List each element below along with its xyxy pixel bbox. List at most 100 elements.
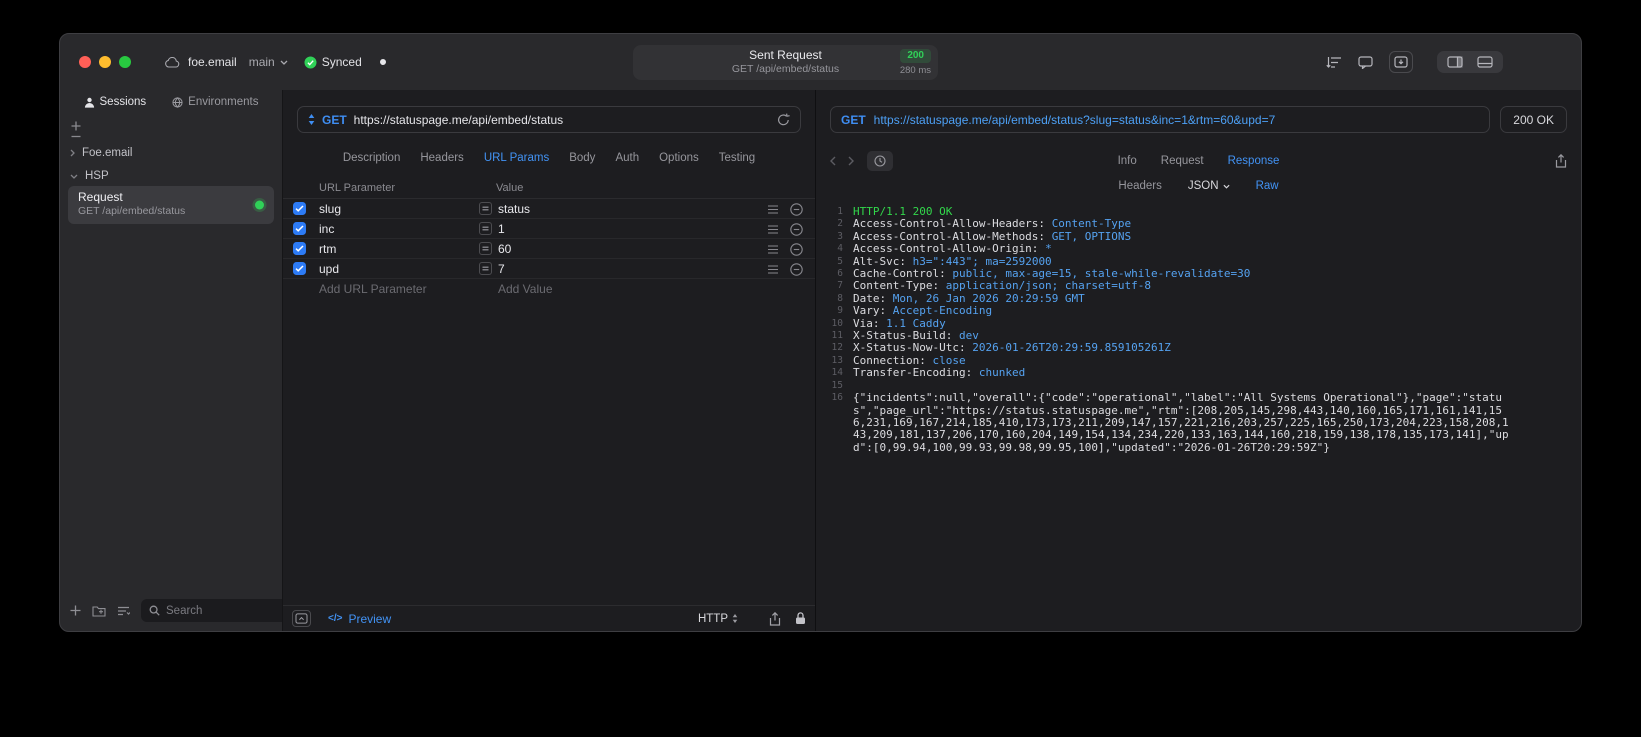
minimize-window-button[interactable] bbox=[99, 56, 111, 68]
line-number: 15 bbox=[831, 379, 843, 391]
response-url-bar[interactable]: GET https://statuspage.me/api/embed/stat… bbox=[830, 106, 1491, 133]
line-number: 3 bbox=[837, 230, 843, 242]
globe-icon bbox=[172, 96, 183, 108]
tab-options[interactable]: Options bbox=[659, 152, 699, 164]
response-body[interactable]: 1 HTTP/1.1 200 OK 2 Access-Control-Allow-H… bbox=[824, 205, 1511, 627]
response-line: 7 Content-Type: application/json; charset… bbox=[824, 280, 1511, 293]
layout-toggle-group bbox=[1437, 51, 1503, 73]
tab-request[interactable]: Request bbox=[1161, 155, 1204, 167]
add-icon[interactable] bbox=[71, 121, 81, 131]
close-window-button[interactable] bbox=[79, 56, 91, 68]
param-value-cell[interactable]: status bbox=[498, 202, 530, 216]
response-tabs: Info Request Response bbox=[830, 155, 1567, 167]
resend-icon[interactable] bbox=[777, 113, 790, 126]
equals-icon bbox=[479, 202, 492, 215]
search-icon bbox=[149, 605, 160, 616]
param-name-cell[interactable]: rtm bbox=[319, 242, 336, 256]
row-remove-icon[interactable] bbox=[790, 242, 803, 256]
param-name-cell[interactable]: inc bbox=[319, 222, 334, 236]
header-value: GET, OPTIONS bbox=[1051, 229, 1132, 243]
lock-icon[interactable] bbox=[795, 612, 806, 625]
preview-button[interactable]: </> Preview bbox=[328, 612, 391, 626]
tab-info[interactable]: Info bbox=[1118, 155, 1137, 167]
tab-sessions[interactable]: Sessions bbox=[84, 96, 146, 108]
line-number: 6 bbox=[837, 268, 843, 280]
tab-url-params[interactable]: URL Params bbox=[484, 152, 549, 164]
code-review-icon[interactable] bbox=[1358, 55, 1373, 69]
row-remove-icon[interactable] bbox=[790, 262, 803, 276]
row-menu-icon[interactable] bbox=[767, 204, 779, 214]
table-header: URL Parameter Value bbox=[283, 179, 815, 199]
row-menu-icon[interactable] bbox=[767, 264, 779, 274]
param-value-cell[interactable]: 7 bbox=[498, 262, 505, 276]
minus-icon[interactable] bbox=[71, 135, 81, 138]
main-content: Sessions Environments Foe.email HSP Requ… bbox=[60, 90, 1581, 631]
header-name: Access-Control-Allow-Origin: bbox=[853, 242, 1046, 256]
project-name[interactable]: foe.email bbox=[188, 55, 237, 69]
line-number: 12 bbox=[831, 342, 843, 354]
tab-environments[interactable]: Environments bbox=[172, 96, 258, 108]
tab-testing[interactable]: Testing bbox=[719, 152, 755, 164]
sync-label: Synced bbox=[321, 55, 362, 69]
response-line: 2 Access-Control-Allow-Headers: Content-T… bbox=[824, 217, 1511, 231]
param-enabled-checkbox[interactable] bbox=[293, 222, 306, 235]
param-name-cell[interactable]: upd bbox=[319, 262, 339, 276]
import-request-icon[interactable] bbox=[1389, 51, 1413, 73]
sidebar-item-request[interactable]: Request GET /api/embed/status bbox=[68, 186, 274, 224]
tab-description[interactable]: Description bbox=[343, 152, 401, 164]
param-enabled-checkbox[interactable] bbox=[293, 262, 306, 275]
collapse-panel-icon[interactable] bbox=[292, 610, 311, 627]
desktop: foe.email main Synced Sent Request GET /… bbox=[0, 0, 1641, 737]
equals-icon bbox=[479, 222, 492, 235]
row-menu-icon[interactable] bbox=[767, 224, 779, 234]
branch-name: main bbox=[248, 55, 275, 69]
filter-list-icon[interactable] bbox=[117, 606, 130, 616]
request-url-bar[interactable]: GET https://statuspage.me/api/embed/stat… bbox=[297, 106, 801, 133]
param-value-cell[interactable]: 60 bbox=[498, 242, 511, 256]
param-value-cell[interactable]: 1 bbox=[498, 222, 505, 236]
request-url[interactable]: https://statuspage.me/api/embed/status bbox=[354, 113, 563, 127]
response-line: 9 Vary: Accept-Encoding bbox=[824, 304, 1511, 318]
tab-auth[interactable]: Auth bbox=[615, 152, 639, 164]
line-number: 4 bbox=[837, 243, 843, 255]
add-request-icon[interactable] bbox=[70, 605, 81, 616]
sidebar-footer bbox=[70, 599, 328, 622]
check-circle-icon bbox=[304, 56, 317, 69]
view-raw[interactable]: Raw bbox=[1256, 180, 1279, 192]
row-remove-icon[interactable] bbox=[790, 222, 803, 236]
toggle-right-sidebar-icon[interactable] bbox=[1447, 56, 1463, 68]
request-method[interactable]: GET bbox=[322, 113, 347, 127]
view-headers[interactable]: Headers bbox=[1118, 180, 1161, 192]
sync-status[interactable]: Synced bbox=[304, 55, 362, 69]
param-name-cell[interactable]: slug bbox=[319, 202, 341, 216]
row-menu-icon[interactable] bbox=[767, 244, 779, 254]
branch-selector[interactable]: main bbox=[249, 55, 288, 69]
tab-response[interactable]: Response bbox=[1228, 155, 1280, 167]
method-stepper-icon[interactable] bbox=[308, 114, 315, 125]
view-json-selector[interactable]: JSON bbox=[1188, 180, 1230, 192]
new-group-icon[interactable] bbox=[92, 605, 106, 617]
sidebar: Sessions Environments Foe.email HSP Requ… bbox=[60, 90, 328, 631]
share-icon[interactable] bbox=[769, 611, 781, 626]
param-enabled-checkbox[interactable] bbox=[293, 202, 306, 215]
request-summary-pill[interactable]: Sent Request GET /api/embed/status 200 2… bbox=[633, 45, 938, 80]
param-enabled-checkbox[interactable] bbox=[293, 242, 306, 255]
tab-body[interactable]: Body bbox=[569, 152, 595, 164]
row-remove-icon[interactable] bbox=[790, 202, 803, 216]
protocol-selector[interactable]: HTTP bbox=[698, 613, 738, 625]
header-name: Access-Control-Allow-Headers: bbox=[853, 217, 1052, 231]
add-url-parameter-field[interactable]: Add URL Parameter bbox=[319, 282, 427, 296]
sidebar-group-hsp[interactable]: HSP bbox=[70, 165, 109, 187]
toggle-bottom-panel-icon[interactable] bbox=[1477, 56, 1493, 68]
tab-headers[interactable]: Headers bbox=[420, 152, 463, 164]
line-number: 7 bbox=[837, 280, 843, 292]
header-value: chunked bbox=[978, 366, 1026, 380]
line-number: 9 bbox=[837, 305, 843, 317]
add-value-field[interactable]: Add Value bbox=[498, 282, 553, 296]
line-number: 8 bbox=[837, 292, 843, 304]
zoom-window-button[interactable] bbox=[119, 56, 131, 68]
sort-lines-icon[interactable] bbox=[1326, 56, 1342, 69]
sidebar-group-foe-email[interactable]: Foe.email bbox=[70, 142, 133, 164]
header-value: Accept-Encoding bbox=[892, 304, 993, 318]
url-params-table: URL Parameter Value slug status inc 1 rt… bbox=[283, 179, 815, 299]
